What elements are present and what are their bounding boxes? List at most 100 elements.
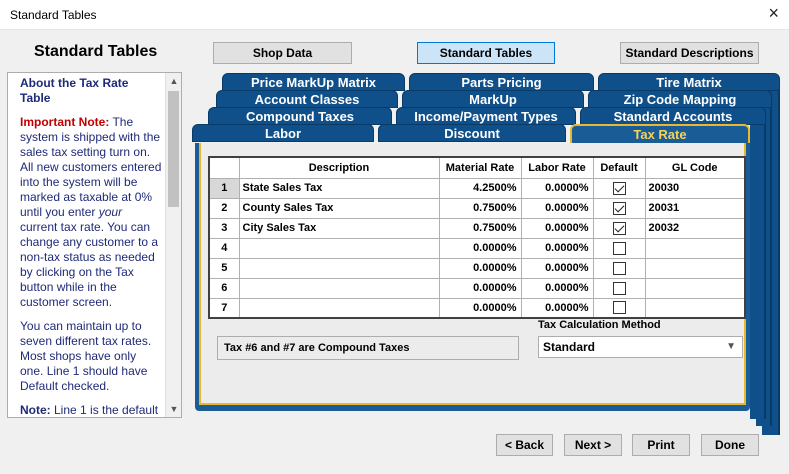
help-paragraph-2: You can maintain up to seven different t… [20,319,152,393]
material-rate-cell[interactable]: 4.2500% [438,177,522,199]
default-cell[interactable] [592,257,646,279]
tab-parts-pricing[interactable]: Parts Pricing [409,73,594,91]
gl-code-cell[interactable] [644,237,746,259]
table-row[interactable]: 3 City Sales Tax 0.7500% 0.0000% 20032 [208,217,746,239]
gl-code-cell[interactable]: 20031 [644,197,746,219]
tab-tax-rate[interactable]: Tax Rate [570,124,750,144]
table-row[interactable]: 2 County Sales Tax 0.7500% 0.0000% 20031 [208,197,746,219]
gl-code-cell[interactable] [644,277,746,299]
note-label: Note: [20,403,51,417]
default-checkbox[interactable] [612,221,626,235]
col-header-gl-code[interactable]: GL Code [644,156,746,179]
row-number[interactable]: 5 [208,257,240,279]
tab-tire-matrix[interactable]: Tire Matrix [598,73,780,91]
table-row[interactable]: 7 0.0000% 0.0000% [208,297,746,319]
gl-code-cell[interactable]: 20030 [644,177,746,199]
title-bar: Standard Tables × [0,0,789,30]
table-row[interactable]: 1 State Sales Tax 4.2500% 0.0000% 20030 [208,177,746,199]
description-cell[interactable] [238,277,440,299]
default-checkbox[interactable] [612,261,626,275]
material-rate-cell[interactable]: 0.0000% [438,297,522,319]
default-cell[interactable] [592,177,646,199]
default-checkbox[interactable] [612,301,626,315]
material-rate-cell[interactable]: 0.7500% [438,197,522,219]
default-cell[interactable] [592,197,646,219]
labor-rate-cell[interactable]: 0.0000% [520,237,594,259]
help-scrollbar[interactable]: ▲ ▼ [165,73,181,417]
default-checkbox[interactable] [612,201,626,215]
tab-discount[interactable]: Discount [378,124,566,142]
table-row[interactable]: 5 0.0000% 0.0000% [208,257,746,279]
gl-code-cell[interactable] [644,297,746,319]
gl-code-cell[interactable] [644,257,746,279]
tab-labor[interactable]: Labor [192,124,374,142]
done-button[interactable]: Done [701,434,759,456]
close-icon[interactable]: × [768,4,779,22]
labor-rate-cell[interactable]: 0.0000% [520,277,594,299]
material-rate-cell[interactable]: 0.7500% [438,217,522,239]
table-row[interactable]: 6 0.0000% 0.0000% [208,277,746,299]
tab-price-markup-matrix[interactable]: Price MarkUp Matrix [222,73,405,91]
tax-rate-table[interactable]: Description Material Rate Labor Rate Def… [208,156,746,319]
help-p1-italic: your [98,205,123,219]
description-cell[interactable]: State Sales Tax [238,177,440,199]
description-cell[interactable] [238,257,440,279]
row-number[interactable]: 6 [208,277,240,299]
page-title: Standard Tables [34,43,158,60]
standard-tables-button[interactable]: Standard Tables [417,42,555,64]
shop-data-button[interactable]: Shop Data [213,42,352,64]
row-number[interactable]: 3 [208,217,240,239]
scroll-up-icon[interactable]: ▲ [166,73,181,89]
chevron-down-icon[interactable]: ▼ [726,337,736,357]
col-header-default[interactable]: Default [592,156,646,179]
row-number[interactable]: 4 [208,237,240,259]
tax-calc-method-select[interactable]: Standard ▼ [538,336,743,358]
tab-compound-taxes[interactable]: Compound Taxes [208,107,392,125]
tab-account-classes[interactable]: Account Classes [216,90,398,108]
default-checkbox[interactable] [612,241,626,255]
important-label: Important Note: [20,115,110,129]
help-panel[interactable]: About the Tax Rate Table Important Note:… [7,72,182,418]
row-number[interactable]: 1 [208,177,240,199]
default-checkbox[interactable] [612,181,626,195]
col-header-description[interactable]: Description [238,156,440,179]
labor-rate-cell[interactable]: 0.0000% [520,177,594,199]
back-button[interactable]: < Back [496,434,553,456]
tab-markup[interactable]: MarkUp [402,90,584,108]
labor-rate-cell[interactable]: 0.0000% [520,197,594,219]
help-p1-end: current tax rate. You can change any cus… [20,220,159,309]
description-cell[interactable] [238,237,440,259]
scroll-thumb[interactable] [168,91,179,207]
labor-rate-cell[interactable]: 0.0000% [520,297,594,319]
row-number[interactable]: 2 [208,197,240,219]
labor-rate-cell[interactable]: 0.0000% [520,217,594,239]
description-cell[interactable] [238,297,440,319]
next-button[interactable]: Next > [564,434,622,456]
description-cell[interactable]: City Sales Tax [238,217,440,239]
tab-layer-2 [750,117,766,419]
scroll-down-icon[interactable]: ▼ [166,401,181,417]
default-checkbox[interactable] [612,281,626,295]
default-cell[interactable] [592,217,646,239]
default-cell[interactable] [592,277,646,299]
window-title: Standard Tables [10,8,97,22]
tab-zip-code-mapping[interactable]: Zip Code Mapping [588,90,772,108]
help-text: About the Tax Rate Table Important Note:… [8,73,166,417]
col-header-labor-rate[interactable]: Labor Rate [520,156,594,179]
labor-rate-cell[interactable]: 0.0000% [520,257,594,279]
default-cell[interactable] [592,297,646,319]
material-rate-cell[interactable]: 0.0000% [438,257,522,279]
tab-income-payment-types[interactable]: Income/Payment Types [396,107,576,125]
default-cell[interactable] [592,237,646,259]
gl-code-cell[interactable]: 20032 [644,217,746,239]
col-header-material-rate[interactable]: Material Rate [438,156,522,179]
print-button[interactable]: Print [632,434,690,456]
standard-descriptions-button[interactable]: Standard Descriptions [620,42,759,64]
col-header-num [208,156,240,179]
material-rate-cell[interactable]: 0.0000% [438,237,522,259]
row-number[interactable]: 7 [208,297,240,319]
material-rate-cell[interactable]: 0.0000% [438,277,522,299]
description-cell[interactable]: County Sales Tax [238,197,440,219]
table-row[interactable]: 4 0.0000% 0.0000% [208,237,746,259]
tab-standard-accounts[interactable]: Standard Accounts [580,107,766,125]
